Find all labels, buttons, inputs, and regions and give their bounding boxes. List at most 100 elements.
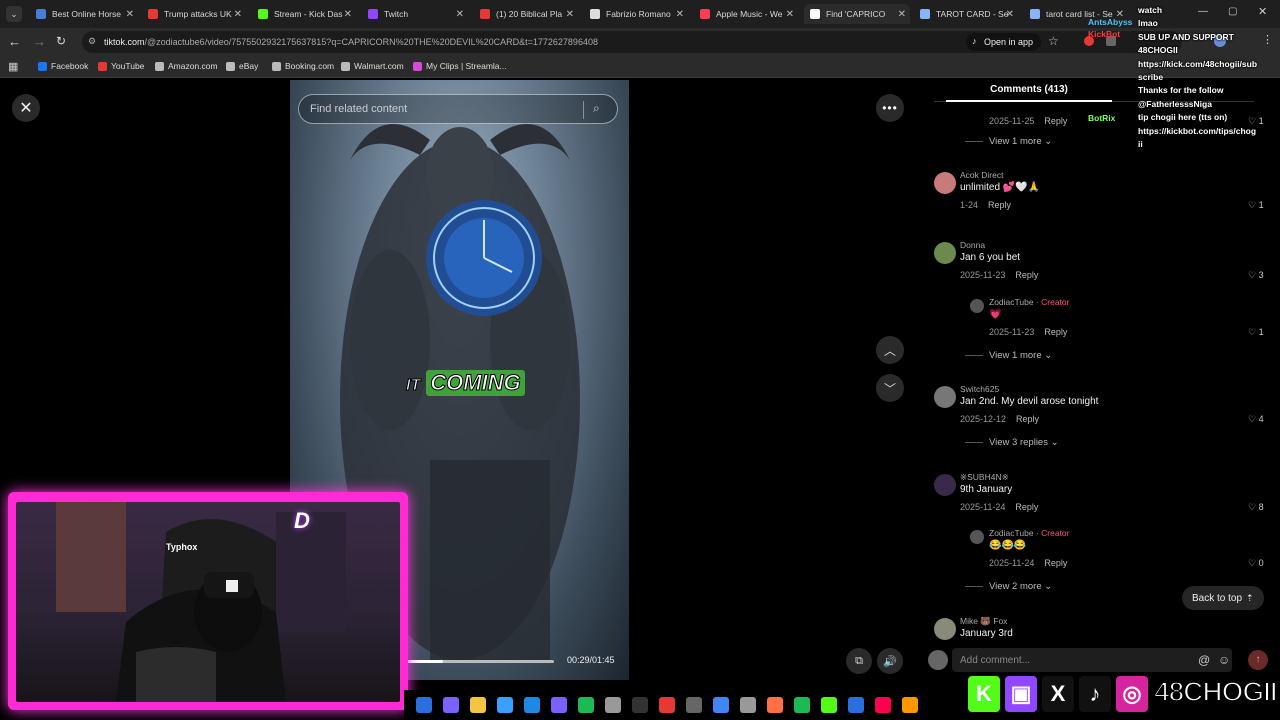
- reply-button[interactable]: Reply: [1044, 558, 1067, 568]
- tab-close-icon[interactable]: ✕: [898, 9, 906, 20]
- tab-close-icon[interactable]: ✕: [234, 9, 242, 20]
- taskbar-app-icon[interactable]: [632, 697, 648, 713]
- reload-icon[interactable]: ↻: [56, 34, 66, 48]
- taskbar-app-icon[interactable]: [767, 697, 783, 713]
- avatar[interactable]: [970, 530, 984, 544]
- bookmark-item[interactable]: eBay: [226, 61, 258, 71]
- tab-close-icon[interactable]: ✕: [126, 9, 134, 20]
- reply-button[interactable]: Reply: [988, 200, 1011, 210]
- taskbar-app-icon[interactable]: [605, 697, 621, 713]
- bookmark-item[interactable]: Amazon.com: [155, 61, 218, 71]
- back-to-top-button[interactable]: Back to top ⇡: [1182, 586, 1264, 610]
- back-icon[interactable]: ←: [8, 34, 21, 49]
- browser-tab[interactable]: Best Online Horse ✕: [30, 4, 138, 24]
- comment-username[interactable]: ZodiacTube · Creator: [989, 528, 1069, 538]
- like-button[interactable]: ♡ 3: [1248, 270, 1264, 281]
- previous-video-button[interactable]: ︿: [876, 336, 904, 364]
- tab-search-icon[interactable]: ⌄: [6, 6, 22, 22]
- view-more-replies[interactable]: View 3 replies ⌄: [965, 437, 1059, 448]
- comment-username[interactable]: ZodiacTube · Creator: [989, 297, 1069, 307]
- comment-username[interactable]: Switch625: [960, 384, 999, 394]
- browser-tab[interactable]: TAROT CARD - Se ✕: [914, 4, 1018, 24]
- browser-tab[interactable]: Find 'CAPRICO ✕: [804, 4, 910, 24]
- site-info-icon[interactable]: ⚙: [88, 36, 96, 47]
- avatar[interactable]: [934, 474, 956, 496]
- pip-button[interactable]: ⧉: [846, 648, 872, 674]
- open-in-app-button[interactable]: ♪ Open in app: [966, 33, 1042, 51]
- browser-tab[interactable]: Trump attacks UK ✕: [142, 4, 246, 24]
- taskbar-app-icon[interactable]: [713, 697, 729, 713]
- taskbar-app-icon[interactable]: [578, 697, 594, 713]
- video-progress-bar[interactable]: [400, 660, 554, 663]
- taskbar-app-icon[interactable]: [443, 697, 459, 713]
- reply-button[interactable]: Reply: [1044, 327, 1067, 337]
- next-video-button[interactable]: ﹀: [876, 374, 904, 402]
- taskbar-app-icon[interactable]: [740, 697, 756, 713]
- taskbar-app-icon[interactable]: [821, 697, 837, 713]
- browser-tab[interactable]: Twitch ✕: [362, 4, 468, 24]
- avatar[interactable]: [934, 618, 956, 640]
- reply-button[interactable]: Reply: [1015, 270, 1038, 280]
- tab-close-icon[interactable]: ✕: [676, 9, 684, 20]
- close-video-button[interactable]: ✕: [12, 94, 40, 122]
- username-text: Acok Direct: [960, 170, 1004, 180]
- browser-tab[interactable]: Stream - Kick Das ✕: [252, 4, 356, 24]
- tab-close-icon[interactable]: ✕: [344, 9, 352, 20]
- send-button[interactable]: ↑: [1248, 650, 1268, 670]
- reply-button[interactable]: Reply: [1016, 414, 1039, 424]
- like-button[interactable]: ♡ 4: [1248, 414, 1264, 425]
- bookmark-item[interactable]: Walmart.com: [341, 61, 404, 71]
- tab-close-icon[interactable]: ✕: [1006, 9, 1014, 20]
- apps-grid-icon[interactable]: ▦: [8, 60, 18, 73]
- avatar[interactable]: [934, 242, 956, 264]
- caption-word-highlight: COMING: [426, 370, 525, 396]
- taskbar-app-icon[interactable]: [470, 697, 486, 713]
- taskbar-app-icon[interactable]: [902, 697, 918, 713]
- add-comment-input[interactable]: Add comment...: [952, 648, 1232, 672]
- bookmark-item[interactable]: Booking.com: [272, 61, 334, 71]
- more-options-button[interactable]: •••: [876, 94, 904, 122]
- comment-username[interactable]: Acok Direct: [960, 170, 1003, 180]
- like-button[interactable]: ♡ 8: [1248, 502, 1264, 513]
- view-more-replies[interactable]: View 1 more ⌄: [965, 350, 1052, 361]
- related-search-input[interactable]: Find related content ⌕: [298, 94, 618, 124]
- taskbar-app-icon[interactable]: [416, 697, 432, 713]
- browser-tab[interactable]: Fabrizio Romano ✕: [584, 4, 688, 24]
- taskbar-app-icon[interactable]: [659, 697, 675, 713]
- comment-username[interactable]: ※SUBH4N※: [960, 472, 1009, 483]
- search-icon[interactable]: ⌕: [593, 101, 600, 116]
- taskbar-app-icon[interactable]: [551, 697, 567, 713]
- reply-button[interactable]: Reply: [1015, 502, 1038, 512]
- taskbar-app-icon[interactable]: [497, 697, 513, 713]
- view-more-replies[interactable]: View 1 more ⌄: [965, 136, 1052, 147]
- tab-close-icon[interactable]: ✕: [456, 9, 464, 20]
- comment-username[interactable]: Mike 🐻 Fox: [960, 616, 1007, 627]
- avatar[interactable]: [934, 172, 956, 194]
- like-button[interactable]: ♡ 0: [1248, 558, 1264, 569]
- forward-icon[interactable]: →: [33, 34, 46, 49]
- tab-close-icon[interactable]: ✕: [566, 9, 574, 20]
- bookmark-label: My Clips | Streamla...: [426, 61, 507, 71]
- taskbar-app-icon[interactable]: [848, 697, 864, 713]
- like-button[interactable]: ♡ 1: [1248, 327, 1264, 338]
- browser-tab[interactable]: Apple Music - We ✕: [694, 4, 798, 24]
- volume-button[interactable]: 🔊: [877, 648, 903, 674]
- view-more-replies[interactable]: View 2 more ⌄: [965, 581, 1052, 592]
- avatar[interactable]: [934, 386, 956, 408]
- bookmark-star-icon[interactable]: ☆: [1048, 34, 1059, 48]
- like-button[interactable]: ♡ 1: [1248, 200, 1264, 211]
- emoji-icon[interactable]: ☺: [1218, 653, 1230, 667]
- mention-icon[interactable]: @: [1198, 653, 1210, 667]
- tab-close-icon[interactable]: ✕: [786, 9, 794, 20]
- taskbar-app-icon[interactable]: [875, 697, 891, 713]
- bookmark-item[interactable]: YouTube: [98, 61, 144, 71]
- taskbar-app-icon[interactable]: [686, 697, 702, 713]
- reply-button[interactable]: Reply: [1044, 116, 1067, 126]
- avatar[interactable]: [970, 299, 984, 313]
- bookmark-item[interactable]: Facebook: [38, 61, 88, 71]
- taskbar-app-icon[interactable]: [524, 697, 540, 713]
- taskbar-app-icon[interactable]: [794, 697, 810, 713]
- browser-tab[interactable]: (1) 20 Biblical Pla ✕: [474, 4, 578, 24]
- bookmark-item[interactable]: My Clips | Streamla...: [413, 61, 507, 71]
- comment-username[interactable]: Donna: [960, 240, 985, 250]
